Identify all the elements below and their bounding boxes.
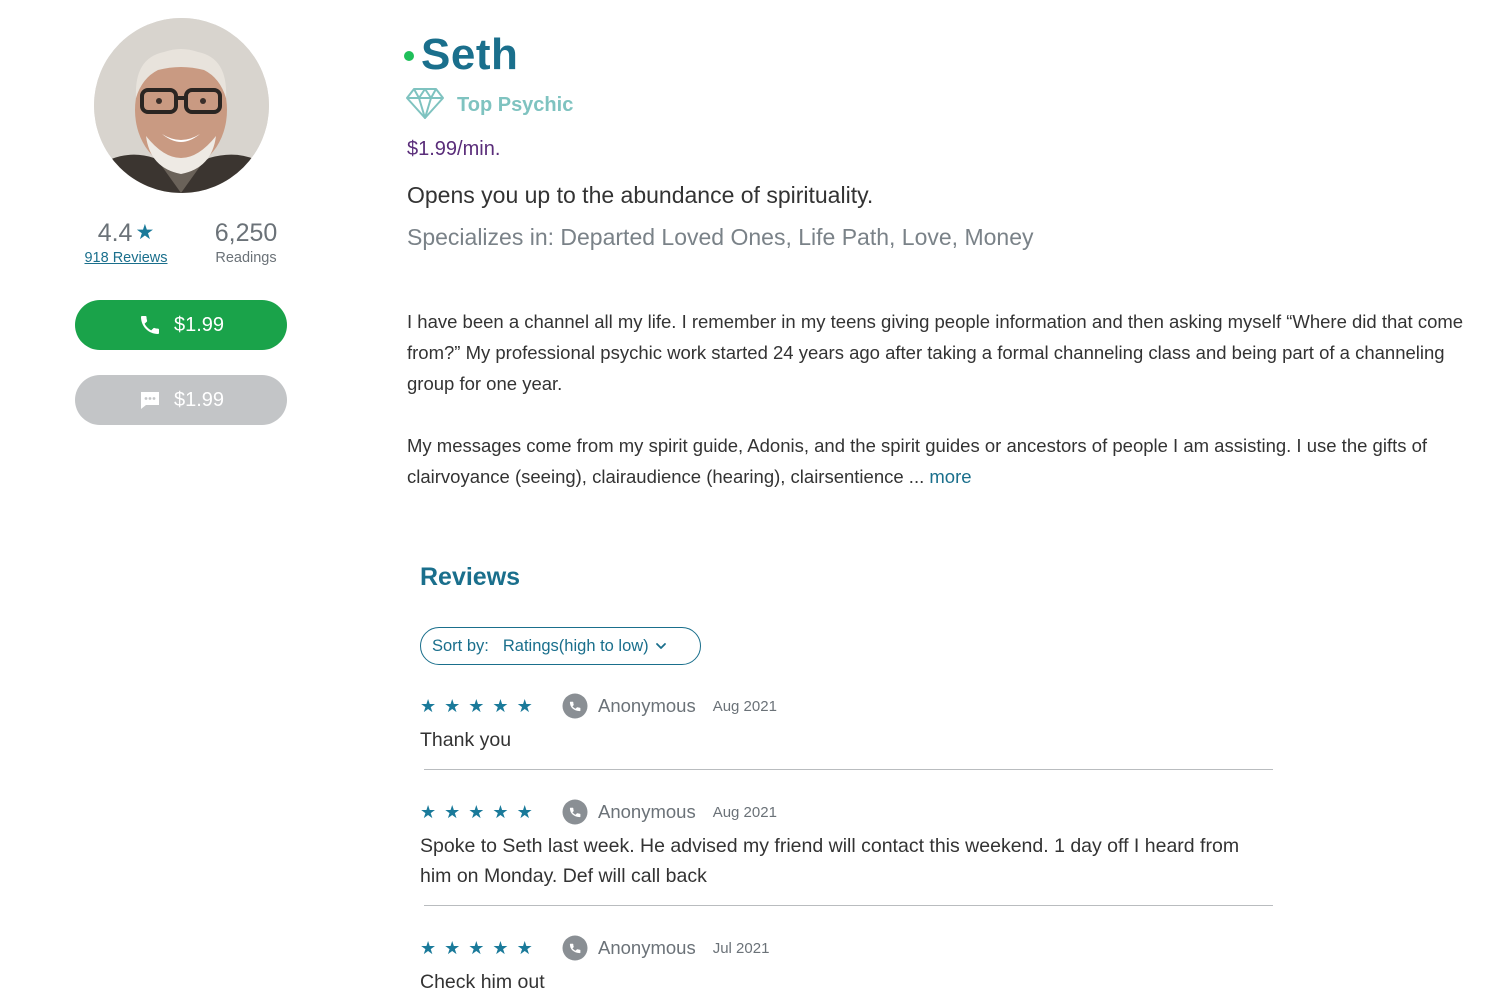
- call-price: $1.99: [173, 313, 225, 336]
- star-rating: ★ ★ ★ ★ ★: [420, 938, 560, 959]
- review-author: Anonymous: [598, 695, 696, 716]
- readings-count: 6,250: [214, 219, 278, 247]
- chevron-down-icon: [655, 640, 667, 652]
- chat-button[interactable]: $1.99: [75, 375, 287, 425]
- phone-reading-icon: [562, 799, 588, 825]
- bio-paragraph: I have been a channel all my life. I rem…: [407, 311, 1464, 394]
- review-date: Jul 2021: [712, 939, 770, 957]
- star-icon: ★: [468, 695, 485, 716]
- diamond-icon: [405, 86, 445, 125]
- reviews-link[interactable]: 918 Reviews: [70, 250, 182, 266]
- sort-label: Sort by:: [432, 636, 489, 655]
- rating-stat: 4.4 ★ 918 Reviews: [70, 218, 182, 266]
- star-icon: ★: [492, 695, 509, 716]
- advisor-header: Seth: [404, 30, 518, 80]
- star-icon: ★: [444, 937, 461, 958]
- star-icon: ★: [492, 801, 509, 822]
- review-date: Aug 2021: [712, 697, 777, 715]
- star-icon: ★: [420, 695, 437, 716]
- star-icon: ★: [444, 695, 461, 716]
- call-button[interactable]: $1.99: [75, 300, 287, 350]
- phone-icon: [138, 313, 162, 337]
- advisor-photo: [94, 18, 269, 193]
- star-icon: ★: [516, 695, 533, 716]
- readings-label: Readings: [215, 250, 277, 266]
- more-link[interactable]: more: [929, 466, 971, 487]
- chat-bubble-icon: [138, 388, 162, 412]
- readings-stat: 6,250 Readings: [196, 218, 296, 266]
- review-divider: [424, 769, 1273, 770]
- price-per-minute: $1.99/min.: [407, 138, 501, 160]
- star-icon: ★: [420, 801, 437, 822]
- review-item: ★ ★ ★ ★ ★ Anonymous Aug 2021 Thank you: [420, 692, 1275, 755]
- badge-label: Top Psychic: [457, 94, 574, 116]
- review-divider: [424, 905, 1273, 906]
- reviews-heading: Reviews: [420, 563, 521, 591]
- chat-price: $1.99: [173, 388, 225, 411]
- star-rating: ★ ★ ★ ★ ★: [420, 696, 560, 717]
- star-icon: ★: [516, 937, 533, 958]
- star-icon: ★: [468, 937, 485, 958]
- review-author: Anonymous: [598, 937, 696, 958]
- star-icon: ★: [135, 221, 155, 244]
- review-text: Check him out: [420, 971, 545, 993]
- advisor-name: Seth: [421, 30, 519, 79]
- bio-paragraph: My messages come from my spirit guide, A…: [407, 435, 1428, 487]
- review-text: Thank you: [420, 729, 512, 751]
- review-item: ★ ★ ★ ★ ★ Anonymous Jul 2021 Check him out: [420, 934, 1275, 997]
- rating-value: 4.4: [97, 219, 133, 247]
- star-icon: ★: [420, 937, 437, 958]
- bio: I have been a channel all my life. I rem…: [407, 306, 1497, 492]
- sort-value: Ratings(high to low): [502, 636, 649, 655]
- review-author: Anonymous: [598, 801, 696, 822]
- star-rating: ★ ★ ★ ★ ★: [420, 802, 560, 823]
- star-icon: ★: [468, 801, 485, 822]
- star-icon: ★: [444, 801, 461, 822]
- phone-reading-icon: [562, 693, 588, 719]
- top-psychic-badge: Top Psychic: [405, 86, 573, 125]
- sort-dropdown[interactable]: Sort by: Ratings(high to low): [420, 627, 701, 665]
- review-item: ★ ★ ★ ★ ★ Anonymous Aug 2021 Spoke to Seth l…: [420, 798, 1275, 891]
- avatar: [94, 18, 269, 193]
- tagline: Opens you up to the abundance of spiritu…: [407, 182, 874, 208]
- star-icon: ★: [516, 801, 533, 822]
- star-icon: ★: [492, 937, 509, 958]
- review-date: Aug 2021: [712, 803, 777, 821]
- specializations: Specializes in: Departed Loved Ones, Lif…: [407, 224, 1034, 250]
- online-status-dot: [404, 51, 414, 61]
- review-text: Spoke to Seth last week. He advised my f…: [420, 835, 1240, 887]
- phone-reading-icon: [562, 935, 588, 961]
